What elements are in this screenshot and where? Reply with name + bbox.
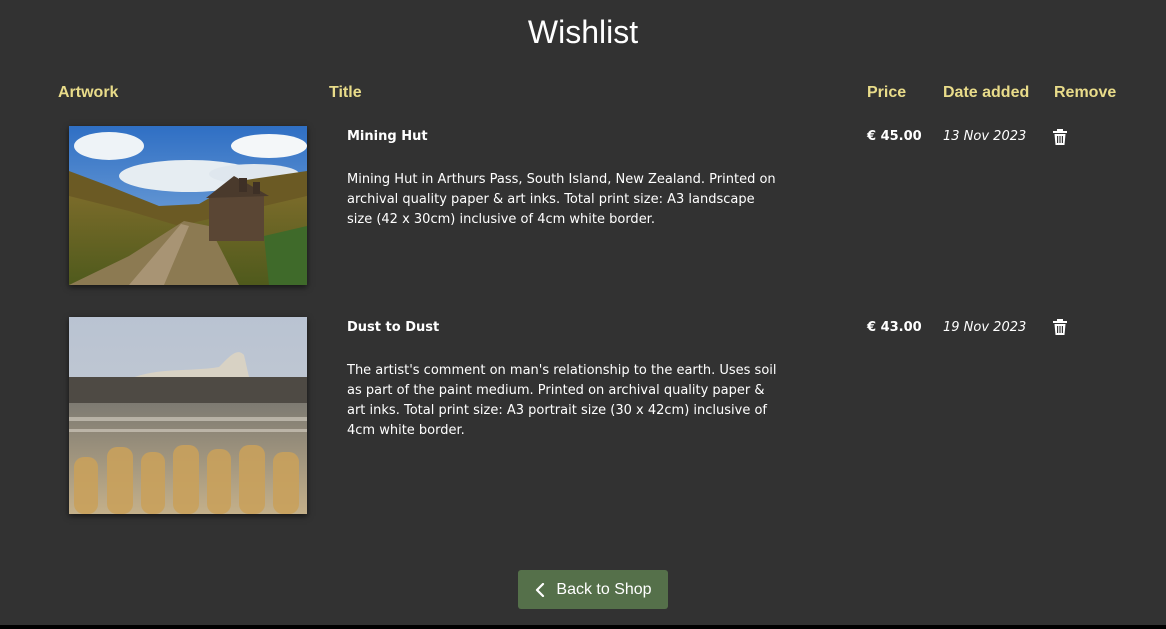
item-date-added: 13 Nov 2023 xyxy=(943,129,1027,144)
chevron-left-icon xyxy=(536,582,545,597)
page-title: Wishlist xyxy=(527,14,639,50)
artwork-image-mining-hut[interactable] xyxy=(69,126,307,285)
remove-item-button[interactable] xyxy=(1053,319,1067,335)
column-header-title: Title xyxy=(329,84,362,101)
item-description: The artist's comment on man's relationsh… xyxy=(347,363,777,438)
back-to-shop-button[interactable]: Back to Shop xyxy=(518,570,668,609)
item-price: € 43.00 xyxy=(867,320,922,335)
column-header-price: Price xyxy=(867,84,907,101)
artwork-painting xyxy=(69,317,307,514)
back-to-shop-label: Back to Shop xyxy=(556,580,652,598)
column-header-artwork: Artwork xyxy=(58,84,119,101)
trash-icon xyxy=(1053,129,1067,145)
item-price: € 45.00 xyxy=(867,129,922,144)
item-title: Mining Hut xyxy=(347,129,428,144)
bottom-border xyxy=(0,625,1166,629)
trash-icon xyxy=(1053,319,1067,335)
column-header-date-added: Date added xyxy=(943,84,1030,101)
item-date-added: 19 Nov 2023 xyxy=(943,320,1027,335)
artwork-image-dust-to-dust[interactable] xyxy=(69,317,307,514)
column-header-remove: Remove xyxy=(1054,84,1117,101)
item-description: Mining Hut in Arthurs Pass, South Island… xyxy=(347,172,776,227)
artwork-painting xyxy=(69,126,307,285)
item-title: Dust to Dust xyxy=(347,320,440,335)
remove-item-button[interactable] xyxy=(1053,129,1067,145)
